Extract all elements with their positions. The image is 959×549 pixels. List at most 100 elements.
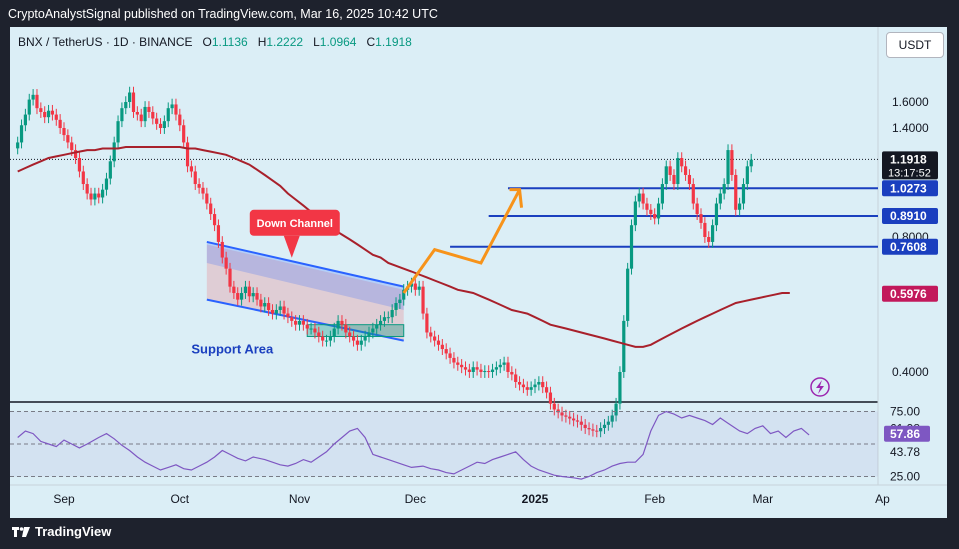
- candle-body: [471, 367, 475, 372]
- candle-body: [487, 371, 491, 373]
- time-tick-label: Dec: [405, 492, 426, 506]
- chart-svg[interactable]: Down ChannelSupport Area1.60001.40000.80…: [10, 27, 947, 518]
- candle-body: [58, 119, 62, 129]
- candle-body: [645, 203, 649, 210]
- candle-body: [332, 328, 336, 337]
- open-label: O: [202, 35, 212, 49]
- time-tick-label: Sep: [53, 492, 75, 506]
- candle-body: [456, 362, 460, 365]
- candle-body: [452, 357, 456, 363]
- candle-body: [70, 142, 74, 151]
- candle-body: [19, 125, 24, 143]
- candle-body: [460, 364, 464, 368]
- candle-body: [321, 336, 325, 341]
- candle-body: [552, 403, 556, 410]
- candle-body: [490, 369, 495, 372]
- candle-body: [66, 135, 70, 143]
- candle-body: [286, 313, 290, 318]
- candle-body: [46, 110, 51, 118]
- candle-body: [93, 193, 97, 200]
- candle-body: [479, 369, 483, 372]
- support-area-label: Support Area: [191, 341, 274, 356]
- candle-body: [710, 225, 715, 242]
- price-badge-value: 0.8910: [890, 209, 927, 223]
- candle-body: [263, 303, 267, 307]
- candle-body: [641, 193, 645, 204]
- candle-body: [714, 203, 719, 226]
- candle-body: [517, 381, 522, 385]
- candle-body: [62, 128, 66, 136]
- candle-body: [722, 184, 726, 194]
- candle-body: [525, 387, 529, 390]
- candle-body: [239, 293, 244, 300]
- price-tick-label: 1.4000: [892, 121, 929, 135]
- candle-body: [660, 184, 665, 204]
- candle-body: [170, 104, 174, 109]
- price-badge-value: 0.5976: [890, 287, 927, 301]
- symbol-ohlc-line: BNX / TetherUS · 1D · BINANCE O1.1136 H1…: [18, 35, 412, 49]
- candle-body: [54, 114, 58, 120]
- price-badge-value: 1.1918: [890, 152, 927, 166]
- candle-body: [143, 106, 147, 122]
- candle-body: [386, 317, 390, 319]
- published-line: CryptoAnalystSignal published on Trading…: [8, 7, 438, 21]
- candle-body: [494, 367, 498, 370]
- low-label: L: [313, 35, 320, 49]
- candle-body: [533, 384, 537, 388]
- candle-body: [649, 209, 653, 215]
- candle-body: [730, 150, 734, 175]
- candle-body: [267, 303, 271, 310]
- candle-body: [166, 108, 170, 122]
- tradingview-footer: TradingView: [12, 524, 111, 539]
- currency-button[interactable]: USDT: [886, 32, 944, 58]
- candle-body: [521, 384, 526, 388]
- price-badge-2: 0.8910: [882, 208, 938, 225]
- candle-body: [340, 320, 344, 325]
- candle-body: [31, 94, 35, 100]
- candle-body: [433, 336, 437, 341]
- chart-area[interactable]: Down Channel Support Area 1.6000 1.4000 0.80…: [10, 27, 947, 518]
- candle-body: [128, 92, 132, 102]
- candle-body: [626, 268, 630, 321]
- candle-body: [421, 286, 425, 314]
- candle-body: [182, 125, 186, 143]
- candle-body: [108, 161, 112, 179]
- candle-body: [212, 214, 217, 226]
- candle-body: [683, 166, 688, 175]
- candle-body: [305, 324, 309, 329]
- candle-body: [463, 367, 468, 370]
- candle-body: [151, 111, 155, 119]
- time-tick-label: 2025: [522, 492, 549, 506]
- rsi-tick-label: 25.00: [890, 470, 920, 484]
- candle-body: [158, 123, 163, 129]
- candle-body: [664, 166, 668, 185]
- candle-body: [131, 92, 136, 112]
- candle-body: [139, 114, 143, 122]
- lightning-icon: [810, 377, 830, 397]
- price-tick-label: 1.6000: [892, 95, 929, 109]
- projection-arrow: [402, 188, 521, 294]
- open-value: 1.1136: [211, 35, 248, 49]
- tradingview-brand: TradingView: [35, 524, 112, 539]
- candle-body: [224, 257, 228, 269]
- candle-body: [738, 203, 742, 210]
- candle-body: [348, 332, 352, 337]
- candle-body: [425, 313, 429, 333]
- candle-body: [135, 111, 139, 115]
- candle-body: [749, 159, 753, 167]
- candle-body: [498, 364, 502, 368]
- candle-body: [382, 317, 387, 321]
- low-value: 1.0964: [319, 35, 357, 49]
- candle-body: [440, 344, 444, 350]
- candle-body: [703, 222, 707, 237]
- candle-body: [502, 362, 506, 365]
- candle-body: [209, 203, 213, 215]
- candle-body: [278, 306, 282, 310]
- down-channel-label: Down Channel: [257, 218, 333, 230]
- candle-body: [35, 94, 39, 109]
- candle-body: [251, 293, 255, 297]
- candle-body: [313, 328, 317, 333]
- candle-body: [475, 367, 479, 370]
- candle-body: [444, 349, 448, 354]
- candle-body: [734, 174, 738, 210]
